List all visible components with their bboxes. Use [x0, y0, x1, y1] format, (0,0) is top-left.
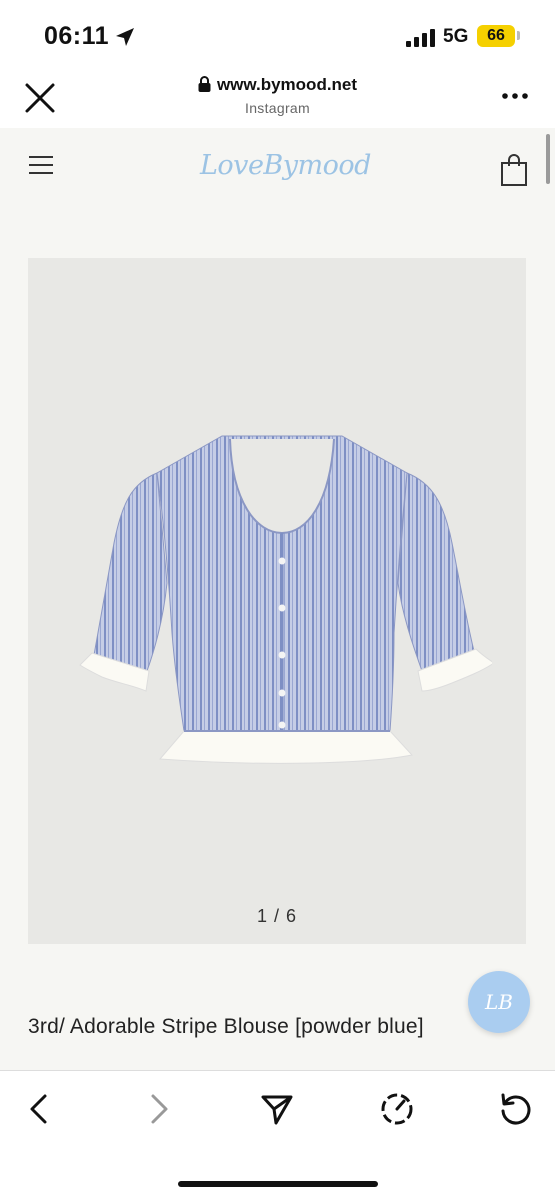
- site-header: LoveBymood: [0, 128, 555, 218]
- speed-icon[interactable]: [379, 1091, 415, 1127]
- product-title: 3rd/ Adorable Stripe Blouse [powder blue…: [28, 1015, 424, 1038]
- browser-toolbar: [0, 1070, 555, 1201]
- back-arrow-icon[interactable]: [22, 1091, 58, 1127]
- battery-icon: 66: [477, 25, 515, 47]
- browser-subtitle: Instagram: [245, 100, 310, 116]
- hamburger-menu-icon[interactable]: [28, 154, 54, 176]
- blouse-image: [79, 435, 492, 764]
- status-time: 06:11: [44, 22, 110, 50]
- product-image[interactable]: 1 / 6: [28, 258, 526, 944]
- address-bar[interactable]: www.bymood.net Instagram: [0, 75, 555, 116]
- web-page: LoveBymood 1 / 6 3rd/ Adorable Stripe Bl…: [0, 128, 555, 1070]
- reload-icon[interactable]: [497, 1091, 533, 1127]
- floating-badge-button[interactable]: LB: [468, 971, 530, 1033]
- lock-icon: [198, 76, 211, 92]
- site-logo[interactable]: LoveBymood: [200, 150, 371, 181]
- image-pager: 1 / 6: [256, 906, 298, 926]
- page-scrollbar[interactable]: [546, 134, 550, 184]
- battery-tip: [517, 31, 520, 40]
- url-text: www.bymood.net: [216, 75, 358, 94]
- shopping-bag-icon[interactable]: [500, 153, 528, 187]
- browser-bar: www.bymood.net Instagram: [0, 70, 555, 128]
- status-bar: 06:11 5G 66: [0, 0, 555, 70]
- signal-icon: [406, 29, 435, 47]
- share-icon[interactable]: [259, 1091, 295, 1127]
- forward-arrow-icon[interactable]: [140, 1091, 176, 1127]
- more-options-icon[interactable]: [500, 86, 530, 106]
- location-arrow-icon: [116, 28, 134, 46]
- network-type: 5G: [443, 26, 469, 47]
- home-indicator: [178, 1181, 378, 1187]
